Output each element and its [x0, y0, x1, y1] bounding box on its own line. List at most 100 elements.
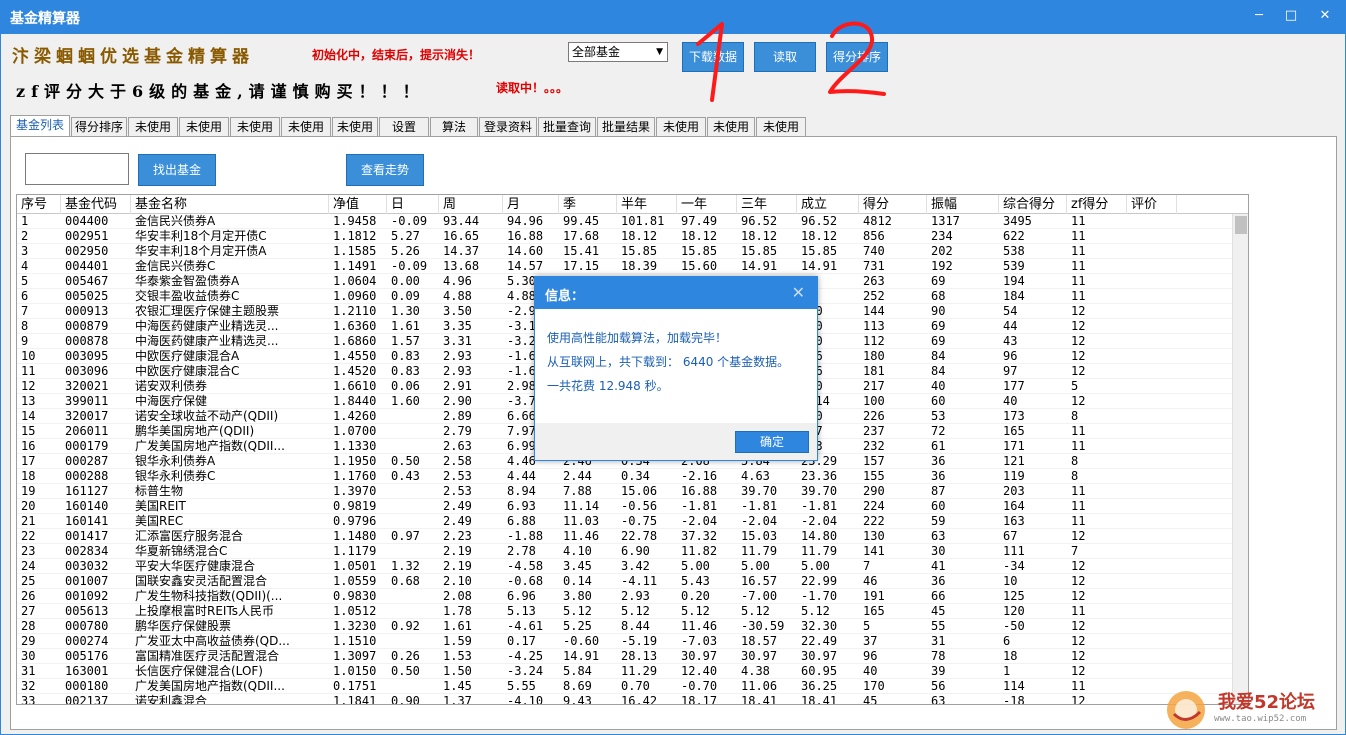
tab-unused-7[interactable]: 未使用 — [707, 117, 755, 137]
column-header[interactable]: zf得分 — [1067, 195, 1127, 214]
column-header[interactable]: 基金名称 — [131, 195, 329, 214]
tab-score-sort[interactable]: 得分排序 — [71, 117, 127, 137]
table-cell: 22.78 — [621, 529, 658, 543]
column-header[interactable]: 一年 — [677, 195, 737, 214]
column-header[interactable]: 成立 — [797, 195, 859, 214]
tab-login-info[interactable]: 登录资料 — [479, 117, 537, 137]
table-cell: 1.53 — [443, 649, 472, 663]
table-row[interactable]: 22 001417 汇添富医疗服务混合 1.1480 0.97 2.23 -1.88 11.4… — [17, 529, 1234, 544]
column-header[interactable]: 综合得分 — [999, 195, 1067, 214]
tab-unused-8[interactable]: 未使用 — [756, 117, 806, 137]
table-cell: 12 — [1071, 559, 1086, 573]
tab-batch-result[interactable]: 批量结果 — [597, 117, 655, 137]
table-cell: 538 — [1003, 244, 1025, 258]
tab-fund-list[interactable]: 基金列表 — [10, 115, 70, 137]
fund-filter-select[interactable]: 全部基金 ▼ — [568, 42, 668, 62]
table-row[interactable]: 23 002834 华夏新锦绣混合C 1.1179 2.19 2.78 4.10 6.90 11… — [17, 544, 1234, 559]
table-cell: 27 — [21, 604, 36, 618]
score-sort-button[interactable]: 得分排序 — [826, 42, 888, 72]
column-header[interactable]: 周 — [439, 195, 503, 214]
table-cell: 3.80 — [563, 589, 592, 603]
table-cell: 12 — [1071, 694, 1086, 705]
minimize-icon[interactable]: ─ — [1248, 6, 1270, 26]
fund-code-input[interactable] — [25, 153, 129, 185]
table-row[interactable]: 2 002951 华安丰利18个月定开债C 1.1812 5.27 16.65 16.88 1… — [17, 229, 1234, 244]
table-cell: -0.75 — [621, 514, 658, 528]
scrollbar-thumb[interactable] — [1235, 216, 1247, 234]
table-cell: 46 — [863, 574, 878, 588]
table-cell: 11 — [1071, 244, 1086, 258]
column-header[interactable]: 季 — [559, 195, 617, 214]
tab-settings[interactable]: 设置 — [379, 117, 429, 137]
table-row[interactable]: 31 163001 长信医疗保健混合(LOF) 1.0150 0.50 1.50 -3.24… — [17, 664, 1234, 679]
table-row[interactable]: 4 004401 金信民兴债券C 1.1491 -0.09 13.68 14.57 17.15… — [17, 259, 1234, 274]
read-button[interactable]: 读取 — [754, 42, 816, 72]
table-row[interactable]: 19 161127 标普生物 1.3970 2.53 8.94 7.88 15.06 16.88… — [17, 484, 1234, 499]
table-cell: 25 — [21, 574, 36, 588]
table-cell: 2.08 — [443, 589, 472, 603]
column-header[interactable]: 三年 — [737, 195, 797, 214]
table-row[interactable]: 29 000274 广发亚太中高收益债券(QD... 1.1510 1.59 0.17 -0… — [17, 634, 1234, 649]
table-cell: 002834 — [65, 544, 109, 558]
view-trend-button[interactable]: 查看走势 — [346, 154, 424, 186]
column-header[interactable]: 振幅 — [927, 195, 999, 214]
info-dialog: 信息： ✕ 使用高性能加载算法，加载完毕！ 从互联网上，共下载到： 6440 个… — [534, 276, 818, 461]
table-cell — [1127, 364, 1177, 379]
table-cell: 224 — [863, 499, 885, 513]
column-header[interactable]: 净值 — [329, 195, 387, 214]
table-cell: 12 — [1071, 649, 1086, 663]
table-cell: 10 — [21, 349, 36, 363]
table-cell — [1127, 529, 1177, 544]
table-cell: 003096 — [65, 364, 109, 378]
column-header[interactable]: 得分 — [859, 195, 927, 214]
ok-button[interactable]: 确定 — [735, 431, 809, 453]
vertical-scrollbar[interactable] — [1232, 214, 1248, 704]
table-cell: 14.91 — [801, 259, 838, 273]
table-row[interactable]: 24 003032 平安大华医疗健康混合 1.0501 1.32 2.19 -4.58 3.4… — [17, 559, 1234, 574]
table-cell — [1127, 619, 1177, 634]
table-cell: 1.4260 — [333, 409, 377, 423]
tab-batch-query[interactable]: 批量查询 — [538, 117, 596, 137]
column-header[interactable]: 半年 — [617, 195, 677, 214]
dialog-close-icon[interactable]: ✕ — [792, 283, 805, 302]
table-row[interactable]: 18 000288 银华永利债券C 1.1760 0.43 2.53 4.44 2.44 0.3… — [17, 469, 1234, 484]
table-row[interactable]: 25 001007 国联安鑫安灵活配置混合 1.0559 0.68 2.10 -0.68 0.… — [17, 574, 1234, 589]
table-row[interactable]: 21 160141 美国REC 0.9796 2.49 6.88 11.03 -0.75 -2.… — [17, 514, 1234, 529]
tab-unused-4[interactable]: 未使用 — [281, 117, 331, 137]
table-cell — [387, 514, 439, 529]
tab-unused-3[interactable]: 未使用 — [230, 117, 280, 137]
tab-unused-6[interactable]: 未使用 — [656, 117, 706, 137]
table-row[interactable]: 28 000780 鹏华医疗保健股票 1.3230 0.92 1.61 -4.61 5.25 8… — [17, 619, 1234, 634]
table-cell: 63 — [931, 529, 946, 543]
tab-unused-2[interactable]: 未使用 — [179, 117, 229, 137]
table-cell: 96.52 — [801, 214, 838, 228]
close-icon[interactable]: ✕ — [1314, 6, 1336, 26]
table-row[interactable]: 27 005613 上投摩根富时REITs人民币 1.0512 1.78 5.13 5.12… — [17, 604, 1234, 619]
table-row[interactable]: 30 005176 富国精准医疗灵活配置混合 1.3097 0.26 1.53 -4.25 1… — [17, 649, 1234, 664]
table-cell: -1.81 — [681, 499, 718, 513]
table-row[interactable]: 32 000180 广发美国房地产指数(QDII... 0.1751 1.45 5.55 8… — [17, 679, 1234, 694]
column-header[interactable]: 日 — [387, 195, 439, 214]
table-cell: 165 — [1003, 424, 1025, 438]
tab-unused-5[interactable]: 未使用 — [332, 117, 378, 137]
maximize-icon[interactable]: □ — [1280, 6, 1302, 26]
table-row[interactable]: 3 002950 华安丰利18个月定开债A 1.1585 5.26 14.37 14.60 1… — [17, 244, 1234, 259]
column-header[interactable]: 评价 — [1127, 195, 1177, 214]
table-row[interactable]: 26 001092 广发生物科技指数(QDII)(... 0.9830 2.08 6.96… — [17, 589, 1234, 604]
table-cell: 18.12 — [741, 229, 778, 243]
table-cell: 000287 — [65, 454, 109, 468]
column-header[interactable]: 基金代码 — [61, 195, 131, 214]
download-data-button[interactable]: 下载数据 — [682, 42, 744, 72]
find-fund-button[interactable]: 找出基金 — [138, 154, 216, 186]
table-cell: 173 — [1003, 409, 1025, 423]
window-titlebar[interactable]: 基金精算器 ─ □ ✕ — [0, 0, 1346, 34]
tab-algorithm[interactable]: 算法 — [430, 117, 478, 137]
table-row[interactable]: 33 002137 诺安利鑫混合 1.1841 0.90 1.37 -4.10 9.43 16.… — [17, 694, 1234, 705]
tab-unused-1[interactable]: 未使用 — [128, 117, 178, 137]
column-header[interactable]: 序号 — [17, 195, 61, 214]
table-row[interactable]: 1 004400 金信民兴债券A 1.9458 -0.09 93.44 94.96 99.45… — [17, 214, 1234, 229]
table-cell: 30 — [21, 649, 36, 663]
table-row[interactable]: 20 160140 美国REIT 0.9819 2.49 6.93 11.14 -0.56 -1… — [17, 499, 1234, 514]
column-header[interactable]: 月 — [503, 195, 559, 214]
table-cell: 2.79 — [443, 424, 472, 438]
